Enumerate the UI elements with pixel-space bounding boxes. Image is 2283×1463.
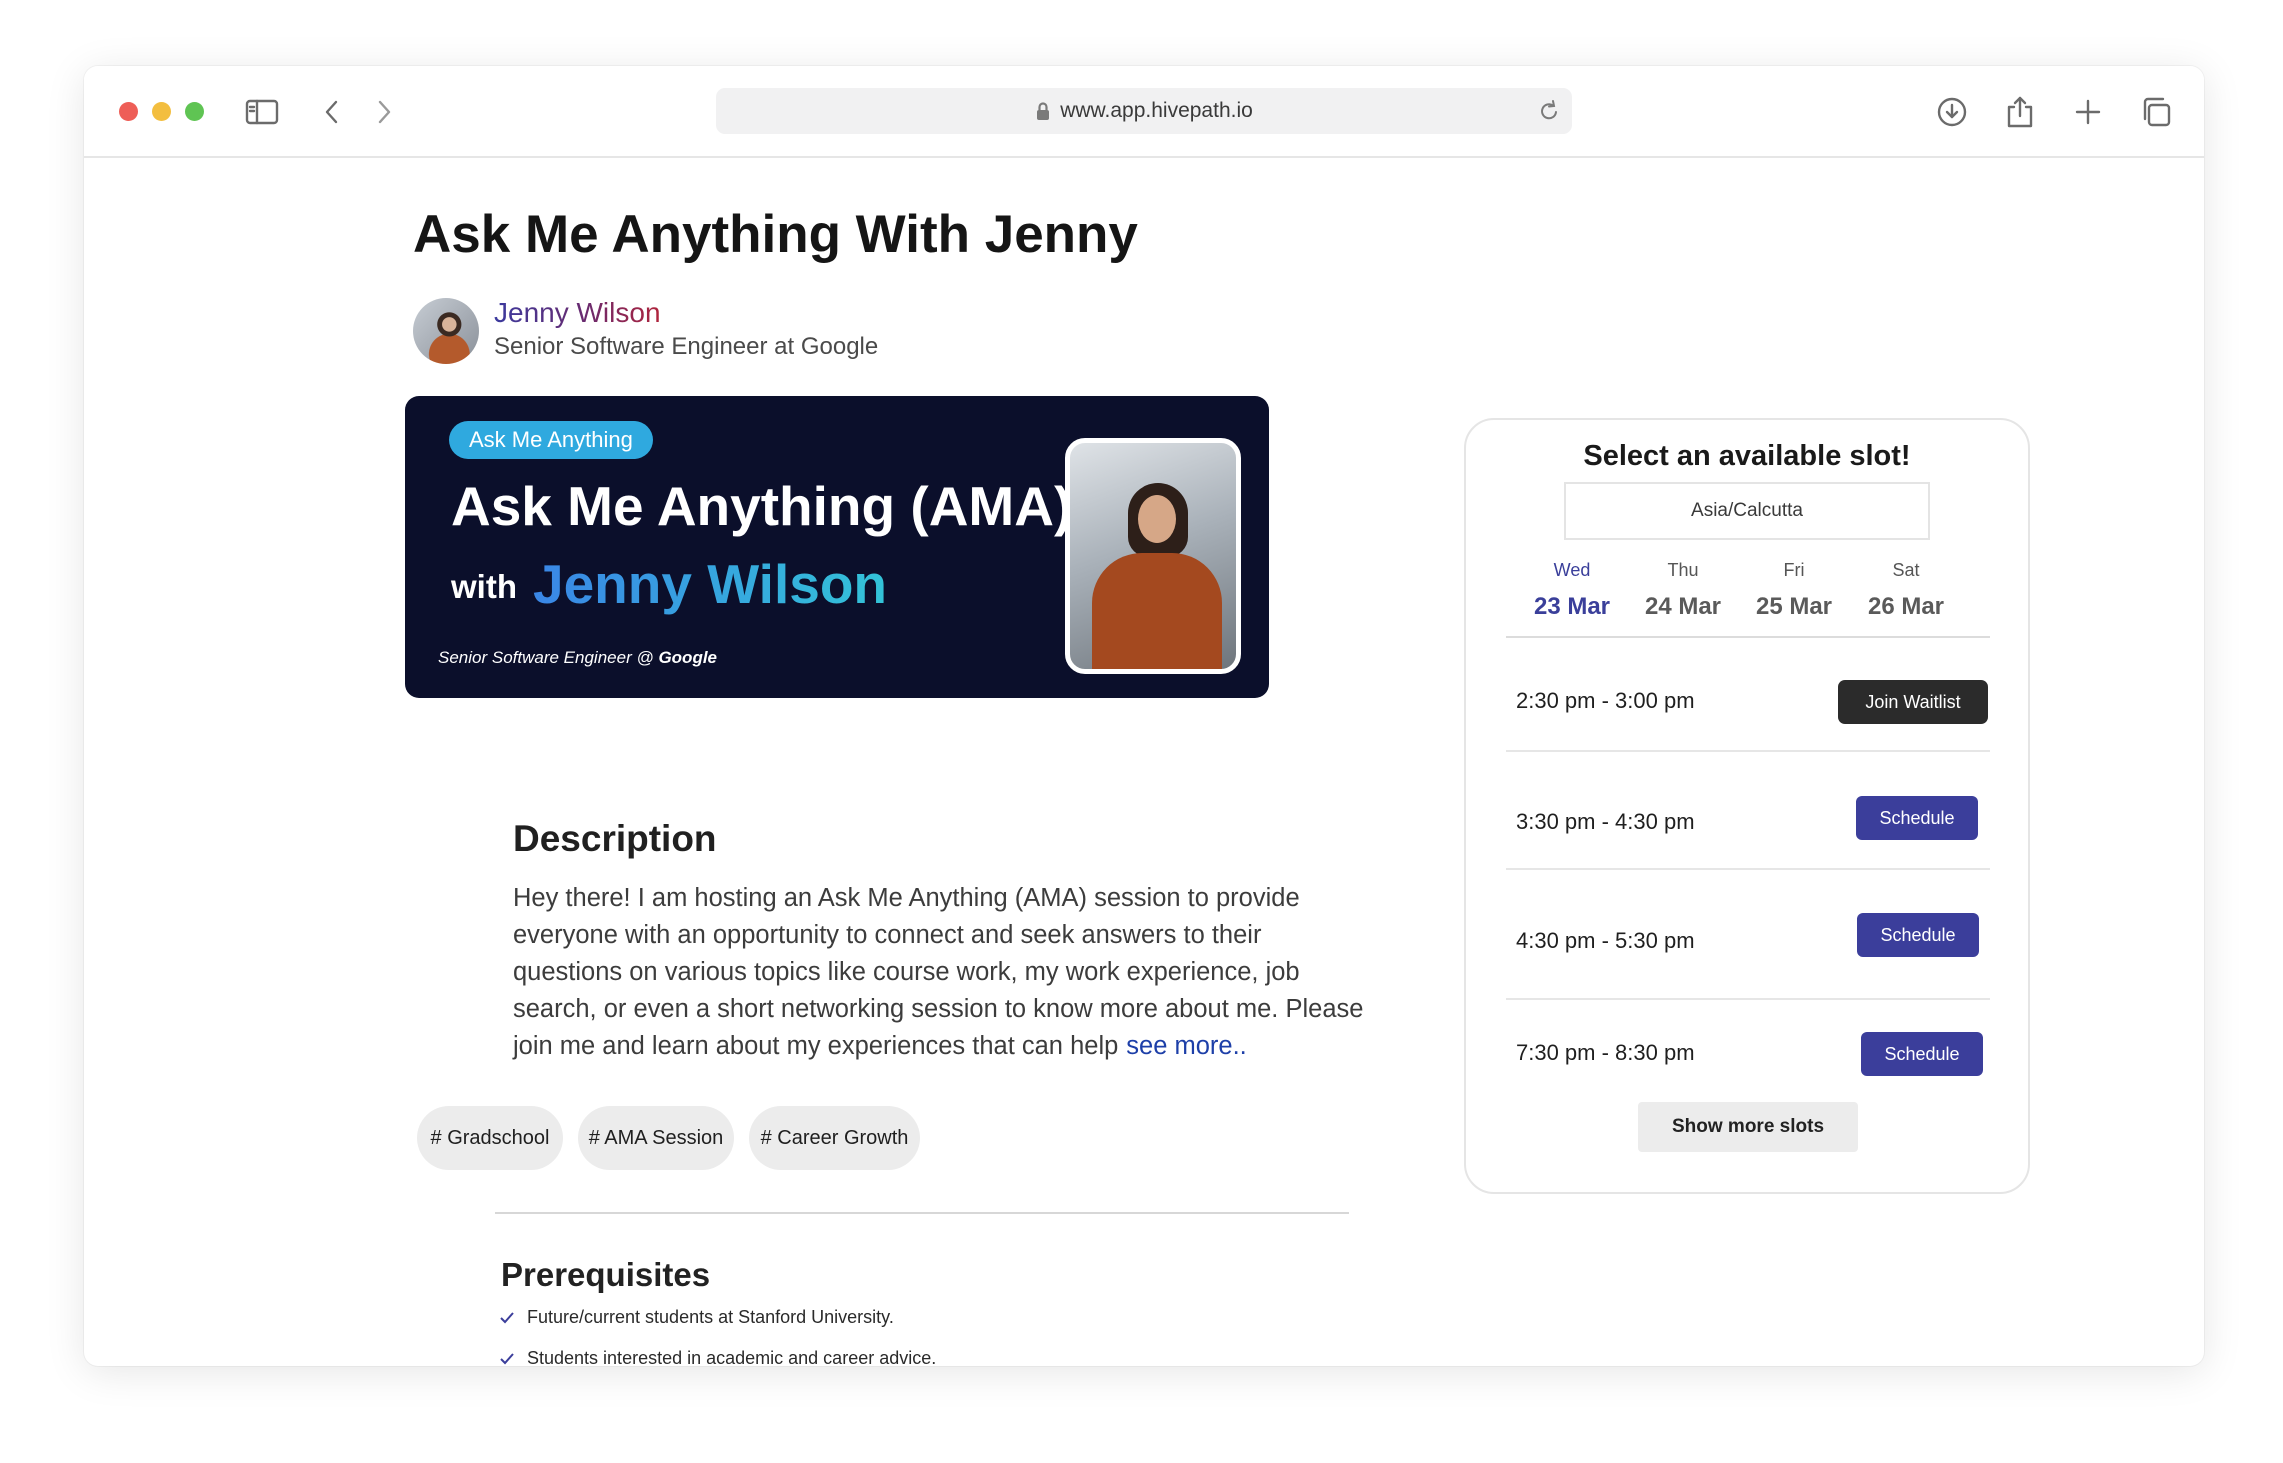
tag-chip[interactable]: # Career Growth — [749, 1106, 920, 1170]
back-icon[interactable] — [314, 94, 350, 130]
banner-tag: Ask Me Anything — [449, 421, 653, 459]
prerequisite-item: Future/current students at Stanford Univ… — [499, 1307, 894, 1328]
day-tab-thu[interactable]: Thu 24 Mar — [1627, 560, 1739, 621]
banner-role-prefix: Senior Software Engineer @ — [438, 648, 654, 667]
slot-time: 3:30 pm - 4:30 pm — [1516, 809, 1695, 834]
host-photo — [1065, 438, 1241, 674]
slot-divider — [1506, 998, 1990, 1000]
description-heading: Description — [513, 818, 717, 859]
share-icon[interactable] — [2002, 94, 2038, 130]
day-date: 25 Mar — [1755, 593, 1833, 620]
prerequisite-text: Students interested in academic and care… — [527, 1348, 937, 1366]
url-text: www.app.hivepath.io — [1060, 99, 1253, 122]
prerequisites-heading: Prerequisites — [501, 1256, 711, 1293]
host-role: Senior Software Engineer at Google — [494, 333, 879, 360]
description-text: Hey there! I am hosting an Ask Me Anythi… — [513, 880, 1373, 1065]
day-tab-wed[interactable]: Wed 23 Mar — [1516, 560, 1628, 621]
slot-divider — [1506, 750, 1990, 752]
day-date: 23 Mar — [1533, 593, 1611, 620]
page-title: Ask Me Anything With Jenny — [413, 205, 1138, 264]
tab-overview-icon[interactable] — [2138, 94, 2174, 130]
schedule-button[interactable]: Schedule — [1857, 913, 1979, 957]
day-date: 26 Mar — [1867, 593, 1945, 620]
address-bar[interactable]: www.app.hivepath.io — [716, 88, 1572, 134]
sidebar-toggle-icon[interactable] — [244, 94, 280, 130]
timezone-selector[interactable]: Asia/Calcutta — [1564, 482, 1930, 540]
slot-time: 2:30 pm - 3:00 pm — [1516, 688, 1695, 713]
prerequisite-item: Students interested in academic and care… — [499, 1348, 936, 1366]
slot-picker-title: Select an available slot! — [1583, 440, 1911, 472]
browser-window: www.app.hivepath.io Ask Me Anything With… — [84, 66, 2204, 1366]
maximize-window-button[interactable] — [185, 102, 204, 121]
day-name: Thu — [1667, 560, 1699, 580]
close-window-button[interactable] — [119, 102, 138, 121]
slot-picker-card: Select an available slot! Asia/Calcutta … — [1464, 418, 2030, 1194]
day-tab-sat[interactable]: Sat 26 Mar — [1850, 560, 1962, 621]
tag-chip[interactable]: # Gradschool — [417, 1106, 563, 1170]
show-more-slots-button[interactable]: Show more slots — [1638, 1102, 1858, 1152]
download-icon[interactable] — [1934, 94, 1970, 130]
new-tab-icon[interactable] — [2070, 94, 2106, 130]
reload-icon[interactable] — [1538, 99, 1560, 129]
banner-with: with — [451, 568, 517, 605]
check-icon — [500, 1352, 514, 1364]
banner-role-company: Google — [658, 648, 718, 667]
join-waitlist-button[interactable]: Join Waitlist — [1838, 680, 1988, 724]
day-name: Fri — [1783, 560, 1805, 580]
banner-role: Senior Software Engineer @ Google — [438, 648, 717, 668]
host-name[interactable]: Jenny Wilson — [494, 297, 661, 329]
see-more-link[interactable]: see more.. — [1126, 1032, 1246, 1060]
section-divider — [495, 1212, 1349, 1214]
schedule-button[interactable]: Schedule — [1856, 796, 1978, 840]
slot-time: 4:30 pm - 5:30 pm — [1516, 928, 1695, 953]
prerequisite-text: Future/current students at Stanford Univ… — [527, 1307, 894, 1327]
days-divider — [1506, 636, 1990, 638]
day-tab-fri[interactable]: Fri 25 Mar — [1738, 560, 1850, 621]
day-name: Wed — [1553, 560, 1591, 580]
day-name: Sat — [1892, 560, 1920, 580]
lock-icon — [1035, 101, 1051, 121]
schedule-button[interactable]: Schedule — [1861, 1032, 1983, 1076]
host-avatar[interactable] — [413, 298, 479, 364]
forward-icon[interactable] — [366, 94, 402, 130]
session-banner: Ask Me Anything Ask Me Anything (AMA) wi… — [405, 396, 1269, 698]
browser-toolbar: www.app.hivepath.io — [84, 66, 2204, 158]
check-icon — [500, 1311, 514, 1323]
tag-chip[interactable]: # AMA Session — [578, 1106, 734, 1170]
day-date: 24 Mar — [1644, 593, 1722, 620]
banner-host-name: Jenny Wilson — [533, 553, 888, 615]
banner-heading: Ask Me Anything (AMA) — [451, 475, 1073, 537]
slot-divider — [1506, 868, 1990, 870]
slot-time: 7:30 pm - 8:30 pm — [1516, 1040, 1695, 1065]
minimize-window-button[interactable] — [152, 102, 171, 121]
